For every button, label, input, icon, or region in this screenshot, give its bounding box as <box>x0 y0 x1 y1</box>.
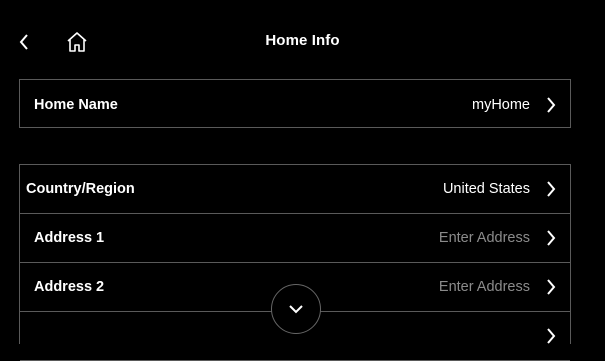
row-value: United States <box>442 181 530 197</box>
home-name-row[interactable]: Home Name myHome <box>20 80 570 129</box>
row-label: Address 2 <box>34 279 105 295</box>
chevron-right-icon <box>544 327 558 345</box>
chevron-right-icon <box>544 96 558 114</box>
row-label: Address 1 <box>34 230 105 246</box>
row-value-placeholder: Enter Address <box>438 230 530 246</box>
address-1-row[interactable]: Address 1 Enter Address <box>20 214 570 263</box>
row-value-placeholder: Enter Address <box>438 279 530 295</box>
header-bar: Home Info <box>0 0 605 80</box>
chevron-right-icon <box>544 180 558 198</box>
row-label: Home Name <box>34 96 118 113</box>
chevron-down-icon <box>289 305 303 314</box>
home-name-group: Home Name myHome <box>19 79 571 128</box>
chevron-right-icon <box>544 229 558 247</box>
row-value: myHome <box>471 96 530 113</box>
row-label: Country/Region <box>26 181 135 197</box>
chevron-right-icon <box>544 278 558 296</box>
page-title: Home Info <box>265 32 340 49</box>
scroll-down-button[interactable] <box>271 284 321 334</box>
country-region-row[interactable]: Country/Region United States <box>20 165 570 214</box>
